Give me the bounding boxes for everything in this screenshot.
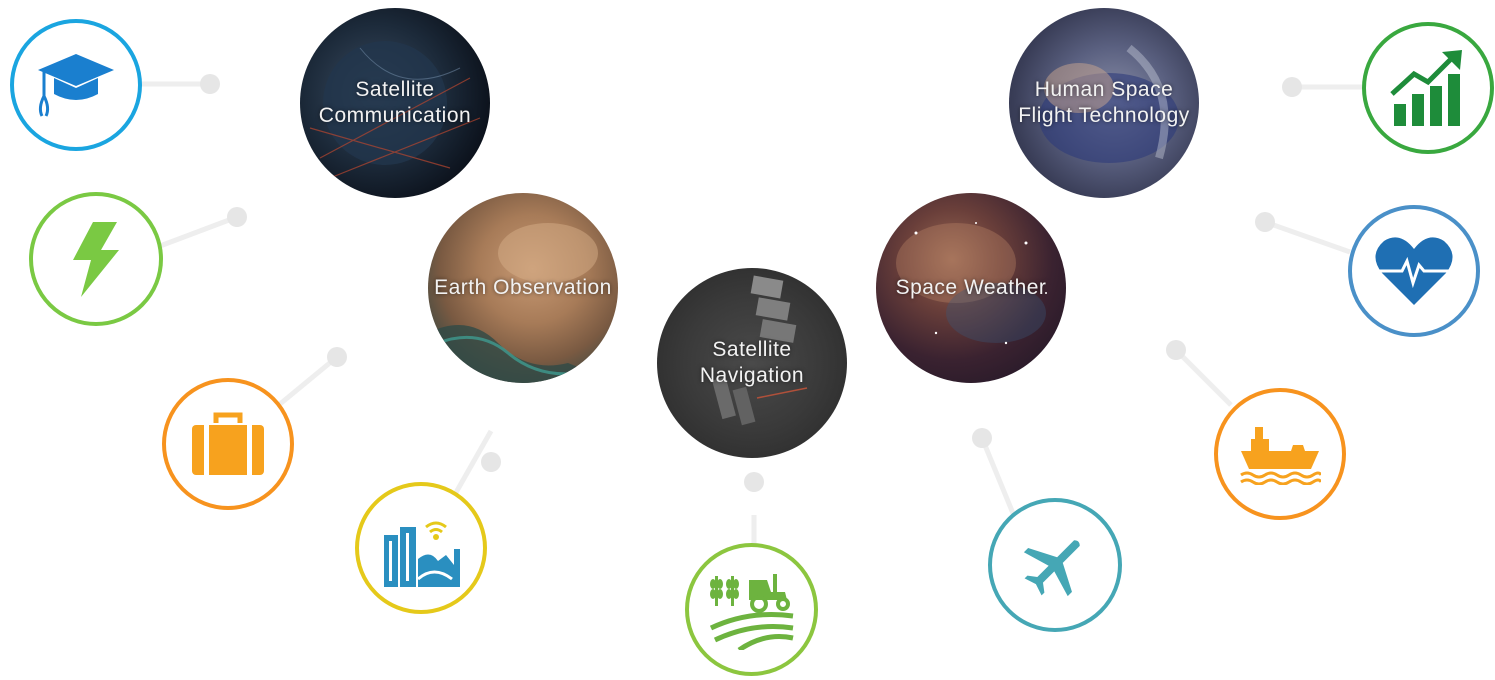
sector-health[interactable]: [1348, 205, 1480, 337]
sector-maritime[interactable]: [1214, 388, 1346, 520]
topic-satellite-communication[interactable]: Satellite Communication: [300, 8, 490, 198]
cargo-ship-icon: [1240, 427, 1321, 485]
topic-label: Space Weather: [895, 276, 1047, 299]
agriculture-tractor-icon: [709, 573, 794, 650]
lightning-bolt-icon: [73, 221, 119, 297]
airplane-icon: [1023, 540, 1080, 597]
smart-city-icon: [384, 521, 460, 587]
sector-education[interactable]: [10, 19, 142, 151]
sector-smart-city[interactable]: [355, 482, 487, 614]
topic-label: Human Space Flight Technology: [1018, 78, 1190, 127]
graduation-cap-icon: [38, 54, 114, 117]
topic-label: Earth Observation: [434, 276, 612, 299]
sector-business[interactable]: [162, 378, 294, 510]
growth-chart-icon: [1390, 50, 1462, 126]
topic-space-weather[interactable]: Space Weather: [876, 193, 1066, 383]
topic-earth-observation[interactable]: Earth Observation: [428, 193, 618, 383]
sector-aviation[interactable]: [988, 498, 1122, 632]
topic-satellite-navigation[interactable]: Satellite Navigation: [657, 268, 847, 458]
topic-label: Satellite Communication: [318, 78, 472, 127]
sector-economy[interactable]: [1362, 22, 1494, 154]
topic-human-space-flight-technology[interactable]: Human Space Flight Technology: [1009, 8, 1199, 198]
heart-pulse-icon: [1375, 237, 1453, 305]
sector-agriculture[interactable]: [685, 543, 818, 676]
sector-energy[interactable]: [29, 192, 163, 326]
topic-label: Satellite Navigation: [699, 338, 805, 387]
suitcase-icon: [192, 412, 264, 475]
